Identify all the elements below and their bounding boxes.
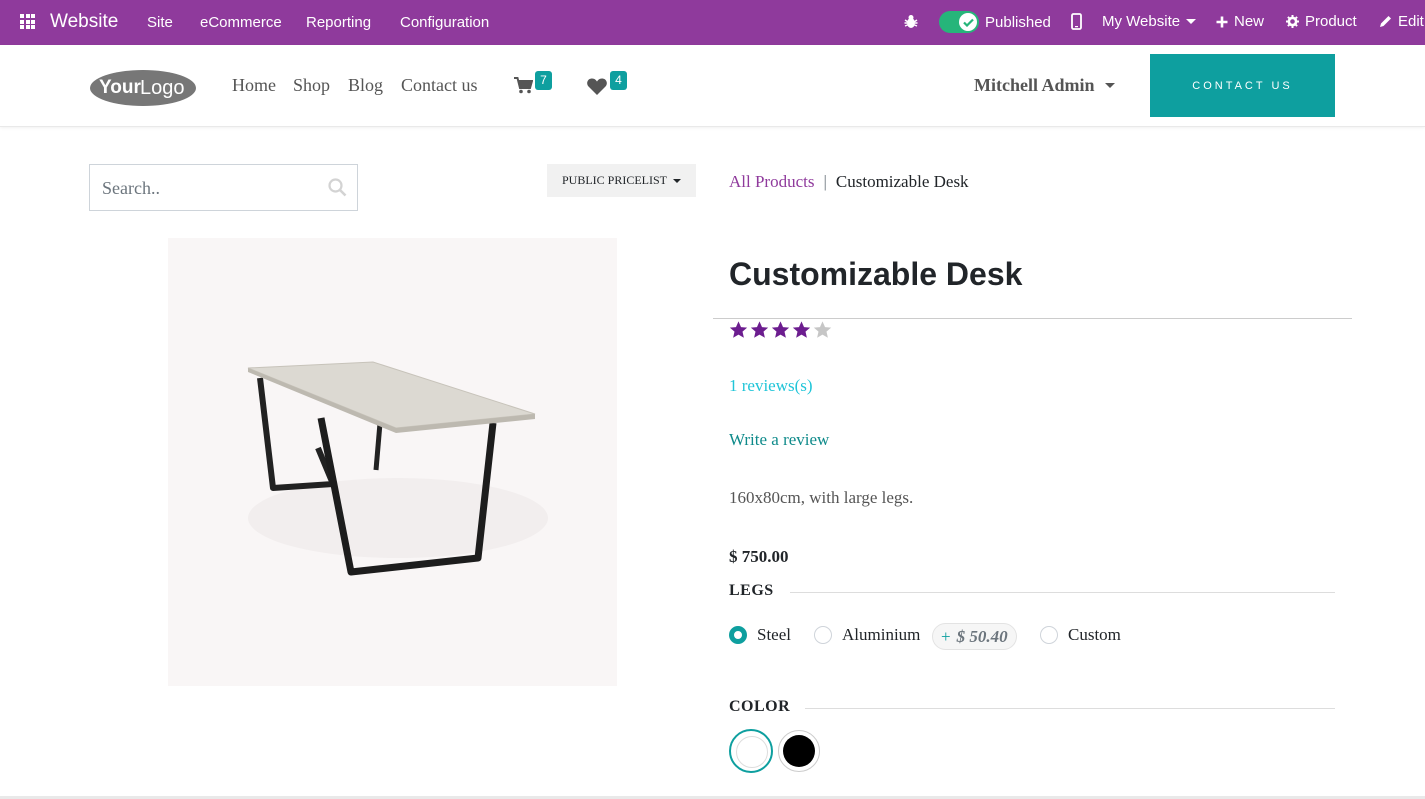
check-icon [959,13,977,31]
product-button[interactable]: Product [1286,13,1357,30]
plus-icon [1216,16,1228,27]
extra-price-badge: + $ 50.40 [932,623,1017,650]
extra-price-amount: $ 50.40 [956,626,1008,646]
breadcrumb-separator: | [823,172,827,191]
radio-button[interactable] [814,626,832,644]
divider [790,592,1335,593]
toggle-switch[interactable] [939,11,979,33]
app-name[interactable]: Website [50,11,118,33]
edit-label: Edit [1398,13,1424,30]
caret-down-icon [673,178,681,183]
color-swatch-white[interactable] [729,729,773,773]
product-price: $ 750.00 [729,547,789,566]
published-toggle[interactable]: Published [939,11,1051,33]
breadcrumb-all-products[interactable]: All Products [729,172,814,192]
menu-ecommerce[interactable]: eCommerce [200,14,282,31]
new-button[interactable]: New [1216,13,1264,30]
extra-price-sign: + [941,626,951,646]
nav-shop[interactable]: Shop [293,75,330,96]
nav-contact-us[interactable]: Contact us [401,75,478,96]
nav-blog[interactable]: Blog [348,75,383,96]
write-review-link[interactable]: Write a review [729,430,829,450]
color-attribute-label: COLOR [729,698,791,715]
cart-icon[interactable] [514,77,533,94]
reviews-link[interactable]: 1 reviews(s) [729,376,813,396]
star-filled-icon [729,321,748,338]
gear-icon [1286,15,1299,28]
svg-text:Your: Your [99,77,141,98]
star-empty-icon [813,321,832,338]
search-input[interactable] [102,176,312,200]
nav-home[interactable]: Home [232,75,276,96]
edit-button[interactable]: Edit [1379,13,1424,30]
cart-count-badge: 7 [535,71,552,90]
desk-photo [168,238,617,686]
admin-bar: Website Site eCommerce Reporting Configu… [0,0,1425,45]
legs-option-steel[interactable]: Steel [729,625,791,645]
new-label: New [1234,13,1265,30]
user-menu[interactable]: Mitchell Admin [974,75,1115,96]
star-filled-icon [792,321,811,338]
product-image[interactable] [168,238,617,686]
svg-text:Logo: Logo [140,77,185,99]
product-description: 160x80cm, with large legs. [729,488,914,507]
radio-button-checked[interactable] [729,626,747,644]
website-label: My Website [1102,13,1181,30]
breadcrumb: All Products | Customizable Desk [729,172,969,192]
contact-us-button[interactable]: CONTACT US [1150,54,1335,117]
website-switcher[interactable]: My Website [1102,13,1197,30]
legs-option-custom[interactable]: Custom [1040,625,1121,645]
legs-option-label: Custom [1068,625,1121,644]
rating-stars [729,320,832,339]
breadcrumb-current: Customizable Desk [835,172,969,191]
company-logo[interactable]: Your Logo [89,67,197,107]
menu-reporting[interactable]: Reporting [306,14,371,31]
legs-option-label: Steel [757,625,791,644]
caret-down-icon [1186,19,1197,24]
divider [805,708,1335,709]
divider [713,318,1352,319]
product-title: Customizable Desk [729,256,1023,292]
legs-option-aluminium[interactable]: Aluminium [814,625,920,645]
pricelist-dropdown[interactable]: PUBLIC PRICELIST [547,164,696,197]
debug-bug-icon[interactable] [904,14,918,29]
menu-site[interactable]: Site [147,14,173,31]
search-icon[interactable] [328,178,347,197]
legs-option-label: Aluminium [842,625,921,644]
mobile-preview-icon[interactable] [1071,13,1082,30]
pricelist-label: PUBLIC PRICELIST [561,173,667,187]
heart-icon[interactable] [587,78,607,95]
product-label: Product [1305,13,1357,30]
star-filled-icon [750,321,769,338]
published-label: Published [985,13,1051,31]
apps-grid-icon[interactable] [20,14,35,29]
color-swatch-black[interactable] [778,730,820,772]
menu-configuration[interactable]: Configuration [400,14,489,31]
caret-down-icon [1104,83,1115,88]
star-filled-icon [771,321,790,338]
product-search [89,164,358,211]
wishlist-count-badge: 4 [610,71,627,90]
legs-attribute-label: LEGS [729,582,774,599]
site-header: Your Logo Home Shop Blog Contact us 7 4 … [0,45,1425,127]
radio-button[interactable] [1040,626,1058,644]
pencil-icon [1380,16,1391,27]
user-name: Mitchell Admin [974,75,1095,95]
